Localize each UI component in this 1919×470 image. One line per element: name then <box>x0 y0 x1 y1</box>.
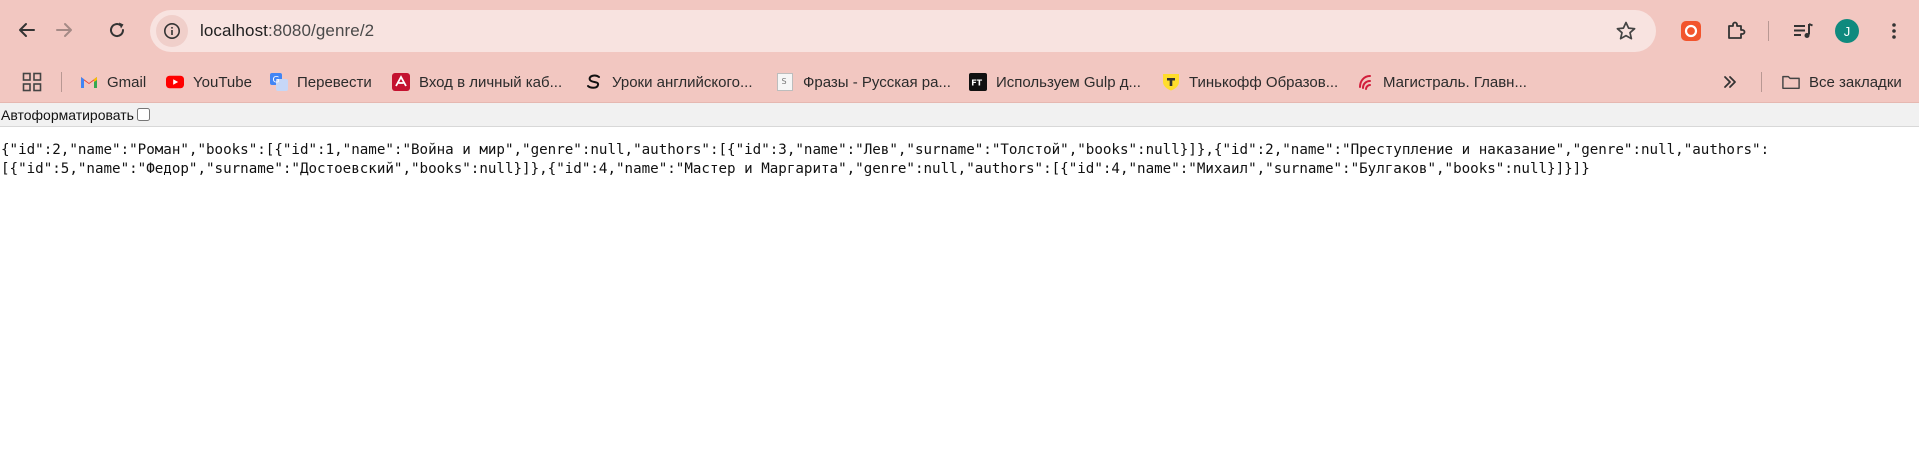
bookmark-label: Уроки английского... <box>612 73 753 91</box>
bookmark-phrases[interactable]: S Фразы - Русская ра... <box>776 70 951 94</box>
url-host: localhost <box>200 21 268 40</box>
double-chevron-right-icon <box>1724 76 1736 88</box>
gmail-icon <box>80 73 98 91</box>
folder-icon <box>1782 73 1800 91</box>
bookmarks-bar: Gmail YouTube G Перевести Вход в личный … <box>0 62 1919 103</box>
svg-text:G: G <box>273 76 280 86</box>
apps-button[interactable] <box>22 70 42 94</box>
ft-icon: FT <box>969 73 987 91</box>
bookmark-gulp[interactable]: FT Используем Gulp д... <box>969 70 1141 94</box>
bookmarks-divider <box>61 72 62 92</box>
url-path: :8080/genre/2 <box>268 21 375 40</box>
bookmark-label: Перевести <box>297 73 372 91</box>
autoformat-bar: Автоформатировать <box>0 103 1919 127</box>
bookmark-label: Фразы - Русская ра... <box>803 73 951 91</box>
puzzle-icon <box>1728 21 1746 39</box>
magistral-icon <box>1356 73 1374 91</box>
autoformat-label: Автоформатировать <box>1 106 134 123</box>
arrow-right-icon <box>56 23 72 37</box>
url-text[interactable]: localhost:8080/genre/2 <box>200 21 374 41</box>
star-icon <box>1616 21 1636 40</box>
bookmark-youtube[interactable]: YouTube <box>166 70 252 94</box>
orange-extension-icon <box>1681 21 1701 41</box>
apps-grid-icon <box>22 72 42 92</box>
profile-button[interactable]: J <box>1829 13 1865 49</box>
google-translate-icon: G <box>270 73 288 91</box>
bookmark-label: YouTube <box>193 73 252 91</box>
bookmark-label: Тинькофф Образов... <box>1189 73 1339 91</box>
bookmark-label: Вход в личный каб... <box>419 73 563 91</box>
browser-menu-button[interactable] <box>1876 13 1912 49</box>
media-controls-button[interactable] <box>1785 13 1821 49</box>
toolbar-divider <box>1768 21 1769 41</box>
extension-button[interactable] <box>1673 13 1709 49</box>
bookmark-magistral[interactable]: Магистраль. Главн... <box>1356 70 1527 94</box>
json-response: {"id":2,"name":"Роман","books":[{"id":1,… <box>0 127 1919 179</box>
bookmark-label: Используем Gulp д... <box>996 73 1141 91</box>
json-line: {"id":2,"name":"Роман","books":[{"id":1,… <box>1 142 1770 158</box>
bookmark-label: Магистраль. Главн... <box>1383 73 1527 91</box>
bookmark-label: Gmail <box>107 73 147 91</box>
playlist-music-icon <box>1794 23 1813 38</box>
info-icon <box>164 23 180 39</box>
svg-text:FT: FT <box>971 79 982 88</box>
bookmark-star-button[interactable] <box>1614 19 1638 48</box>
site-info-button[interactable] <box>156 15 188 47</box>
avatar: J <box>1835 19 1859 43</box>
kebab-menu-icon <box>1892 23 1896 39</box>
reload-icon <box>110 22 125 38</box>
s-swirl-icon <box>585 73 603 91</box>
bookmark-english[interactable]: Уроки английского... <box>585 70 753 94</box>
more-bookmarks-button[interactable] <box>1722 70 1738 94</box>
svg-text:S: S <box>782 77 787 86</box>
bookmark-tinkoff[interactable]: Тинькофф Образов... <box>1162 70 1338 94</box>
bookmark-translate[interactable]: G Перевести <box>270 70 372 94</box>
all-bookmarks-label: Все закладки <box>1809 73 1902 91</box>
bookmarks-divider <box>1761 72 1762 92</box>
forward-button[interactable] <box>46 12 82 48</box>
reload-button[interactable] <box>99 12 135 48</box>
address-bar[interactable]: localhost:8080/genre/2 <box>150 10 1656 52</box>
bookmark-cabinet[interactable]: Вход в личный каб... <box>392 70 562 94</box>
json-line: [{"id":5,"name":"Федор","surname":"Досто… <box>1 161 1590 177</box>
page-s-icon: S <box>776 73 794 91</box>
browser-chrome: localhost:8080/genre/2 J Gmail YouTube G… <box>0 0 1919 103</box>
bookmark-gmail[interactable]: Gmail <box>80 70 146 94</box>
autoformat-checkbox[interactable] <box>136 108 150 121</box>
back-button[interactable] <box>9 12 45 48</box>
youtube-icon <box>166 73 184 91</box>
all-bookmarks-button[interactable]: Все закладки <box>1782 70 1902 94</box>
extensions-menu-button[interactable] <box>1718 13 1754 49</box>
browser-toolbar: localhost:8080/genre/2 J <box>0 0 1919 62</box>
red-logo-icon <box>392 73 410 91</box>
arrow-left-icon <box>19 23 35 37</box>
tinkoff-icon <box>1162 73 1180 91</box>
